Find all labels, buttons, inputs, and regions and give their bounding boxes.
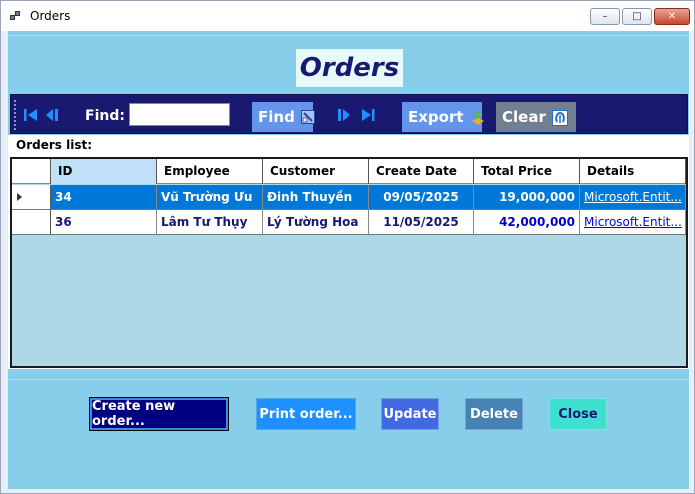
- find-label: Find:: [85, 108, 125, 124]
- form-client-area: Orders Find: Find Export Clear Orders li…: [8, 31, 689, 489]
- cell-customer[interactable]: Đinh Thuyền: [263, 185, 369, 209]
- export-icon: [470, 110, 484, 125]
- first-record-icon[interactable]: [23, 108, 39, 122]
- cell-create-date[interactable]: 11/05/2025: [369, 210, 474, 234]
- table-row[interactable]: 34 Vũ Trường Ưu Đinh Thuyền 09/05/2025 1…: [12, 185, 686, 210]
- update-button[interactable]: Update: [381, 398, 439, 430]
- next-record-icon[interactable]: [337, 108, 353, 122]
- maximize-button[interactable]: □: [622, 8, 652, 25]
- print-order-button[interactable]: Print order...: [256, 398, 356, 430]
- title-bar[interactable]: Orders – □ ✕: [1, 1, 694, 31]
- maximize-icon: □: [632, 11, 642, 22]
- column-header-create-date[interactable]: Create Date: [369, 159, 474, 184]
- last-record-icon[interactable]: [360, 108, 376, 122]
- close-icon: ✕: [667, 11, 677, 22]
- create-order-button[interactable]: Create new order...: [89, 397, 229, 431]
- orders-list-label: Orders list:: [16, 138, 92, 152]
- table-row[interactable]: 36 Lâm Tư Thụy Lý Tường Hoa 11/05/2025 4…: [12, 210, 686, 235]
- cell-id[interactable]: 34: [51, 185, 157, 209]
- clear-button-label: Clear: [502, 108, 546, 126]
- cell-id[interactable]: 36: [51, 210, 157, 234]
- header-panel: Orders Find: Find Export Clear: [8, 35, 689, 134]
- column-header-customer[interactable]: Customer: [263, 159, 369, 184]
- actions-panel: Create new order... Print order... Updat…: [8, 379, 689, 489]
- row-selector[interactable]: [12, 210, 51, 234]
- column-header-employee[interactable]: Employee: [157, 159, 263, 184]
- details-link[interactable]: Microsoft.Entit...: [584, 190, 682, 204]
- previous-record-icon[interactable]: [44, 108, 60, 122]
- find-input[interactable]: [129, 103, 230, 126]
- clear-icon: [551, 110, 568, 126]
- clear-button[interactable]: Clear: [496, 102, 576, 132]
- row-header-corner[interactable]: [12, 159, 51, 184]
- orders-window: Orders – □ ✕ Orders Find: Find Export Cl…: [0, 0, 695, 494]
- find-button[interactable]: Find: [252, 102, 315, 132]
- orders-list-section: Orders list: ID Employee Customer Create…: [8, 135, 689, 369]
- export-button-label: Export: [408, 108, 464, 126]
- column-header-total-price[interactable]: Total Price: [474, 159, 580, 184]
- delete-button[interactable]: Delete: [465, 398, 523, 430]
- cell-employee[interactable]: Lâm Tư Thụy: [157, 210, 263, 234]
- minimize-button[interactable]: –: [590, 8, 620, 25]
- column-header-details[interactable]: Details: [580, 159, 686, 184]
- page-title: Orders: [299, 53, 400, 83]
- cell-details[interactable]: Microsoft.Entit...: [580, 185, 686, 209]
- orders-grid[interactable]: ID Employee Customer Create Date Total P…: [10, 157, 688, 368]
- toolbar: Find: Find Export Clear: [10, 94, 688, 134]
- export-button[interactable]: Export: [402, 102, 484, 132]
- find-button-label: Find: [258, 108, 295, 126]
- window-title: Orders: [30, 9, 71, 23]
- cell-create-date[interactable]: 09/05/2025: [369, 185, 474, 209]
- toolbar-grip-handle[interactable]: [13, 99, 17, 131]
- cell-details[interactable]: Microsoft.Entit...: [580, 210, 686, 234]
- cell-customer[interactable]: Lý Tường Hoa: [263, 210, 369, 234]
- app-icon: [10, 11, 22, 21]
- details-link[interactable]: Microsoft.Entit...: [584, 215, 682, 229]
- cell-employee[interactable]: Vũ Trường Ưu: [157, 185, 263, 209]
- minimize-icon: –: [602, 11, 608, 22]
- row-pointer-icon: [17, 193, 22, 201]
- grid-header-row: ID Employee Customer Create Date Total P…: [12, 159, 686, 184]
- row-selector-indicator[interactable]: [12, 185, 51, 209]
- close-button[interactable]: Close: [549, 398, 607, 430]
- column-header-id[interactable]: ID: [51, 159, 157, 184]
- cell-total-price[interactable]: 19,000,000: [474, 185, 580, 209]
- find-icon: [300, 110, 315, 124]
- cell-total-price[interactable]: 42,000,000: [474, 210, 580, 234]
- close-window-button[interactable]: ✕: [654, 8, 690, 25]
- page-title-box: Orders: [296, 49, 403, 87]
